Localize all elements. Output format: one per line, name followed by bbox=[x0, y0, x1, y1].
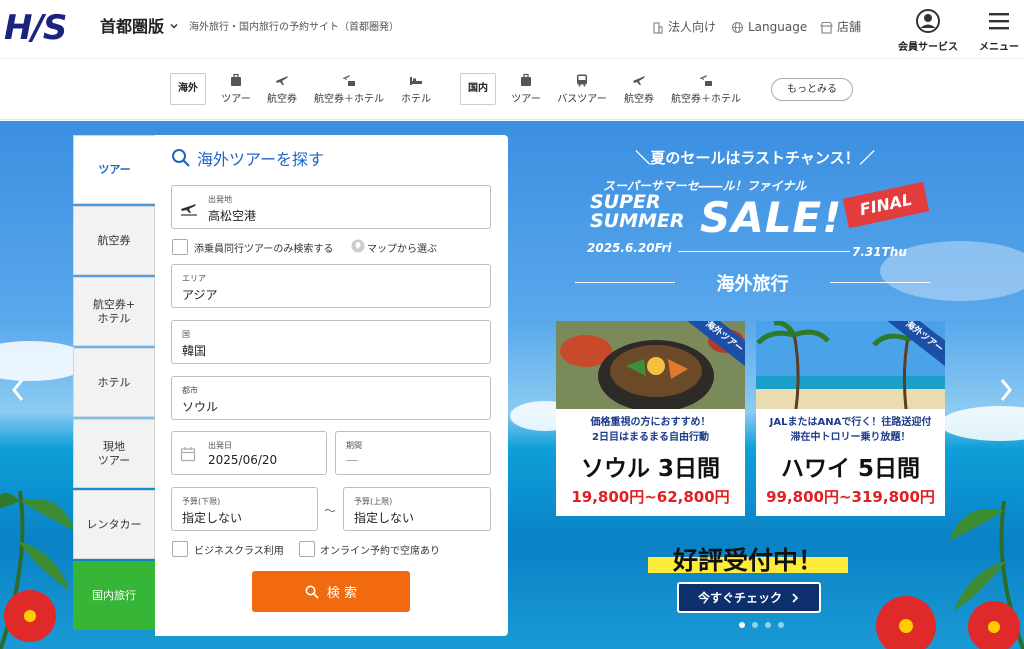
city-select[interactable]: 都市 ソウル bbox=[171, 376, 491, 420]
suitcase-icon bbox=[521, 73, 531, 86]
stores-link[interactable]: 店舗 bbox=[820, 19, 861, 35]
card-price: 99,800円~319,800円 bbox=[766, 488, 935, 506]
card-destination: ソウル 3日間 bbox=[580, 456, 720, 482]
chevron-right-icon bbox=[792, 592, 799, 603]
side-tab-domestic[interactable]: 国内旅行 bbox=[73, 561, 155, 630]
banner-sale-text: SALE! bbox=[700, 193, 843, 242]
search-panel-title: 海外ツアーを探す bbox=[171, 146, 324, 170]
period-select[interactable]: 期間 — bbox=[335, 431, 491, 475]
map-select-link[interactable]: マップから選ぶ bbox=[367, 240, 437, 255]
budget-separator: ～ bbox=[324, 504, 337, 518]
nav-domestic-flight-hotel[interactable]: 航空券＋ホテル bbox=[668, 73, 744, 105]
banner-start-date: 2025.6.20Fri bbox=[587, 241, 672, 255]
departure-date-field[interactable]: 出発日 2025/06/20 bbox=[171, 431, 327, 475]
side-tab-flight[interactable]: 航空券 bbox=[73, 206, 155, 275]
business-class-label: ビジネスクラス利用 bbox=[194, 546, 284, 557]
nav-domestic-flight[interactable]: 航空券 bbox=[621, 73, 657, 105]
suitcase-icon bbox=[231, 73, 241, 86]
region-selector[interactable]: 首都圏版 bbox=[100, 16, 164, 38]
carousel-dots bbox=[739, 622, 784, 628]
calendar-icon bbox=[180, 447, 196, 462]
side-tab-hotel[interactable]: ホテル bbox=[73, 348, 155, 417]
accepting-text: 好評受付中！ bbox=[672, 546, 823, 575]
menu-button[interactable]: メニュー bbox=[965, 8, 1024, 54]
airplane-icon bbox=[276, 76, 288, 85]
overseas-tag: 海外 bbox=[170, 73, 206, 105]
his-logo[interactable]: H/S bbox=[4, 10, 67, 46]
hamburger-icon bbox=[989, 13, 1009, 30]
domestic-tag: 国内 bbox=[460, 73, 496, 105]
online-available-label: オンライン予約で空席あり bbox=[320, 546, 440, 557]
nav-overseas-flight-hotel[interactable]: 航空券＋ホテル bbox=[311, 73, 387, 105]
site-tagline: 海外旅行・国内旅行の予約サイト（首都圏発） bbox=[189, 22, 399, 33]
bed-icon bbox=[410, 77, 422, 85]
hibiscus-flower-decoration bbox=[876, 596, 936, 649]
banner-date-line bbox=[678, 251, 850, 252]
departure-plane-icon bbox=[181, 204, 197, 216]
card-description: 価格重視の方におすすめ！ 2日目はまるまる自由行動 bbox=[590, 417, 711, 443]
globe-icon bbox=[731, 21, 744, 33]
banner-hook-text: ＼夏のセールはラストチャンス！／ bbox=[635, 149, 875, 167]
airplane-icon bbox=[633, 76, 645, 85]
card-destination: ハワイ 5日間 bbox=[780, 456, 920, 482]
budget-min-select[interactable]: 予算(下限) 指定しない bbox=[171, 487, 318, 531]
divider bbox=[830, 282, 930, 283]
carousel-dot[interactable] bbox=[765, 622, 771, 628]
flight-hotel-icon bbox=[700, 75, 712, 86]
escort-only-label: 添乗員同行ツアーのみ検索する bbox=[194, 244, 334, 255]
carousel-next-arrow-icon[interactable] bbox=[996, 375, 1016, 405]
online-available-checkbox[interactable] bbox=[299, 541, 315, 557]
hibiscus-flower-decoration bbox=[968, 601, 1020, 649]
nav-domestic-bus-tour[interactable]: バスツアー bbox=[554, 73, 610, 105]
banner-end-date: 7.31Thu bbox=[852, 245, 907, 259]
carousel-dot[interactable] bbox=[752, 622, 758, 628]
member-services-button[interactable]: 会員サービス bbox=[894, 8, 962, 54]
side-tab-rental-car[interactable]: レンタカー bbox=[73, 490, 155, 559]
side-tab-flight-hotel[interactable]: 航空券+ ホテル bbox=[73, 277, 155, 346]
map-pin-icon[interactable] bbox=[351, 239, 365, 253]
more-button[interactable]: もっとみる bbox=[771, 78, 853, 101]
deal-card-hawaii[interactable]: 海外ツアー JALまたはANAで行く！往路送迎付 滞在中トロリー乗り放題！ ハワ… bbox=[756, 321, 945, 516]
side-tab-local-tour[interactable]: 現地 ツアー bbox=[73, 419, 155, 488]
store-icon bbox=[820, 21, 833, 34]
side-tab-tour[interactable]: ツアー bbox=[73, 135, 155, 204]
building-icon bbox=[653, 21, 663, 34]
search-icon bbox=[305, 585, 319, 599]
hibiscus-flower-decoration bbox=[4, 590, 56, 642]
budget-max-select[interactable]: 予算(上限) 指定しない bbox=[343, 487, 491, 531]
banner-category: 海外旅行 bbox=[716, 274, 789, 295]
language-link[interactable]: Language bbox=[731, 19, 807, 35]
user-circle-icon bbox=[916, 9, 940, 33]
escort-only-checkbox[interactable] bbox=[172, 239, 188, 255]
cloud-decoration bbox=[940, 406, 1024, 441]
departure-field[interactable]: 出発地 高松空港 bbox=[171, 185, 491, 229]
banner-super-summer: SUPER SUMMER bbox=[590, 191, 685, 232]
search-icon bbox=[172, 149, 190, 167]
nav-overseas-hotel[interactable]: ホテル bbox=[398, 73, 434, 105]
card-price: 19,800円~62,800円 bbox=[571, 488, 730, 506]
carousel-dot[interactable] bbox=[739, 622, 745, 628]
nav-overseas-flight[interactable]: 航空券 bbox=[264, 73, 300, 105]
carousel-prev-arrow-icon[interactable] bbox=[8, 375, 28, 405]
business-class-checkbox[interactable] bbox=[172, 541, 188, 557]
card-description: JALまたはANAで行く！往路送迎付 滞在中トロリー乗り放題！ bbox=[769, 417, 932, 443]
nav-domestic-tour[interactable]: ツアー bbox=[510, 73, 542, 105]
bus-icon bbox=[577, 74, 587, 87]
deal-card-seoul[interactable]: 海外ツアー 価格重視の方におすすめ！ 2日目はまるまる自由行動 ソウル 3日間 … bbox=[556, 321, 745, 516]
country-select[interactable]: 国 韓国 bbox=[171, 320, 491, 364]
site-header: H/S 首都圏版 海外旅行・国内旅行の予約サイト（首都圏発） 法人向け Lang… bbox=[0, 0, 1024, 58]
search-button[interactable]: 検 索 bbox=[252, 571, 410, 612]
category-nav: 海外 ツアー 航空券 航空券＋ホテル ホテル 国内 ツアー バスツアー 航空券 … bbox=[0, 58, 1024, 120]
flight-hotel-icon bbox=[343, 75, 355, 86]
carousel-dot[interactable] bbox=[778, 622, 784, 628]
chevron-down-icon[interactable] bbox=[168, 20, 180, 32]
corporate-link[interactable]: 法人向け bbox=[651, 19, 716, 35]
check-now-button[interactable]: 今すぐチェック bbox=[677, 582, 821, 613]
area-select[interactable]: エリア アジア bbox=[171, 264, 491, 308]
nav-overseas-tour[interactable]: ツアー bbox=[220, 73, 252, 105]
